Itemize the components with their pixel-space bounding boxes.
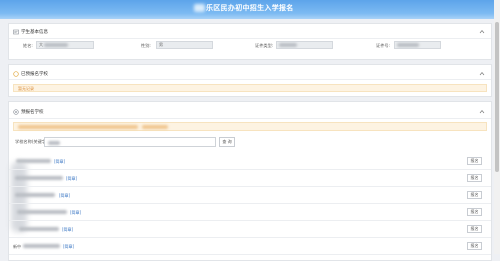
- register-button[interactable]: 报名: [467, 225, 482, 233]
- school-name-prefix: 新中: [13, 244, 21, 249]
- school-row: [简章] 报名: [9, 221, 491, 238]
- redacted-school-name: [15, 193, 55, 197]
- divider: [9, 118, 491, 119]
- register-button[interactable]: 报名: [467, 208, 482, 216]
- student-info-title: 学生基本信息: [21, 30, 48, 35]
- brochure-link[interactable]: [简章]: [70, 210, 81, 215]
- brochure-link[interactable]: [简章]: [54, 159, 65, 164]
- redacted-text: [397, 43, 419, 47]
- id-type-label: 证件类型:: [255, 43, 274, 48]
- pre-register-card: 预报名学校 学校名称(关键字): 查 询 [简章] 报名 [简章] 报名 [简章…: [8, 101, 492, 261]
- divider: [9, 38, 491, 39]
- brochure-link[interactable]: [简章]: [59, 193, 70, 198]
- pre-register-title: 预报名学校: [21, 110, 44, 115]
- gender-field: 男: [156, 41, 213, 49]
- divider: [9, 79, 491, 80]
- brochure-link[interactable]: [简章]: [63, 244, 74, 249]
- register-button[interactable]: 报名: [467, 242, 482, 250]
- gender-value: 男: [159, 42, 163, 47]
- redacted-text: [48, 141, 60, 145]
- name-label: 姓名:: [23, 43, 33, 48]
- school-row: [简章] 报名: [9, 170, 491, 187]
- chevron-up-icon[interactable]: [479, 29, 485, 34]
- redacted-text: [194, 4, 205, 12]
- id-number-field: [394, 41, 441, 49]
- scrollbar-thumb[interactable]: [495, 22, 499, 172]
- empty-text: 暂无记录: [18, 86, 34, 91]
- school-row: [简章] 报名: [9, 187, 491, 204]
- brochure-link[interactable]: [简章]: [66, 176, 77, 181]
- tips-notice: [13, 122, 487, 131]
- circle-icon: [13, 109, 19, 115]
- school-row: 新中 [简章] 报名: [9, 238, 491, 255]
- student-info-card: 学生基本信息 姓名: 大 性别: 男 证件类型: 证件号:: [8, 23, 492, 60]
- redacted-school-name: [16, 159, 51, 163]
- redacted-school-name: [15, 176, 63, 180]
- name-field: 大: [36, 41, 94, 49]
- register-button[interactable]: 报名: [467, 157, 482, 165]
- school-row: [简章] 报名: [9, 204, 491, 221]
- redacted-text: [44, 43, 69, 47]
- redacted-text: [142, 125, 168, 129]
- redacted-school-name: [19, 227, 59, 231]
- search-button[interactable]: 查 询: [219, 137, 235, 147]
- brochure-link[interactable]: [简章]: [62, 227, 73, 232]
- id-card-icon: [13, 29, 19, 35]
- redacted-text: [18, 125, 138, 129]
- redacted-school-name: [23, 244, 60, 248]
- registered-schools-card: 已预报名学校 暂无记录: [8, 64, 492, 97]
- redacted-school-name: [17, 210, 67, 214]
- circle-icon: [13, 71, 19, 77]
- chevron-up-icon[interactable]: [479, 109, 485, 114]
- gender-label: 性别:: [141, 43, 151, 48]
- chevron-up-icon[interactable]: [479, 71, 485, 76]
- id-number-label: 证件号:: [376, 43, 390, 48]
- id-type-field: [276, 41, 333, 49]
- school-row: [简章] 报名: [9, 153, 491, 170]
- name-value: 大: [39, 42, 43, 47]
- page-title: 乐区民办初中招生入学报名: [206, 4, 294, 12]
- empty-notice: 暂无记录: [13, 84, 487, 92]
- registered-schools-title: 已预报名学校: [21, 72, 48, 77]
- register-button[interactable]: 报名: [467, 191, 482, 199]
- register-button[interactable]: 报名: [467, 174, 482, 182]
- school-search-input[interactable]: [44, 137, 216, 147]
- redacted-text: [279, 43, 297, 47]
